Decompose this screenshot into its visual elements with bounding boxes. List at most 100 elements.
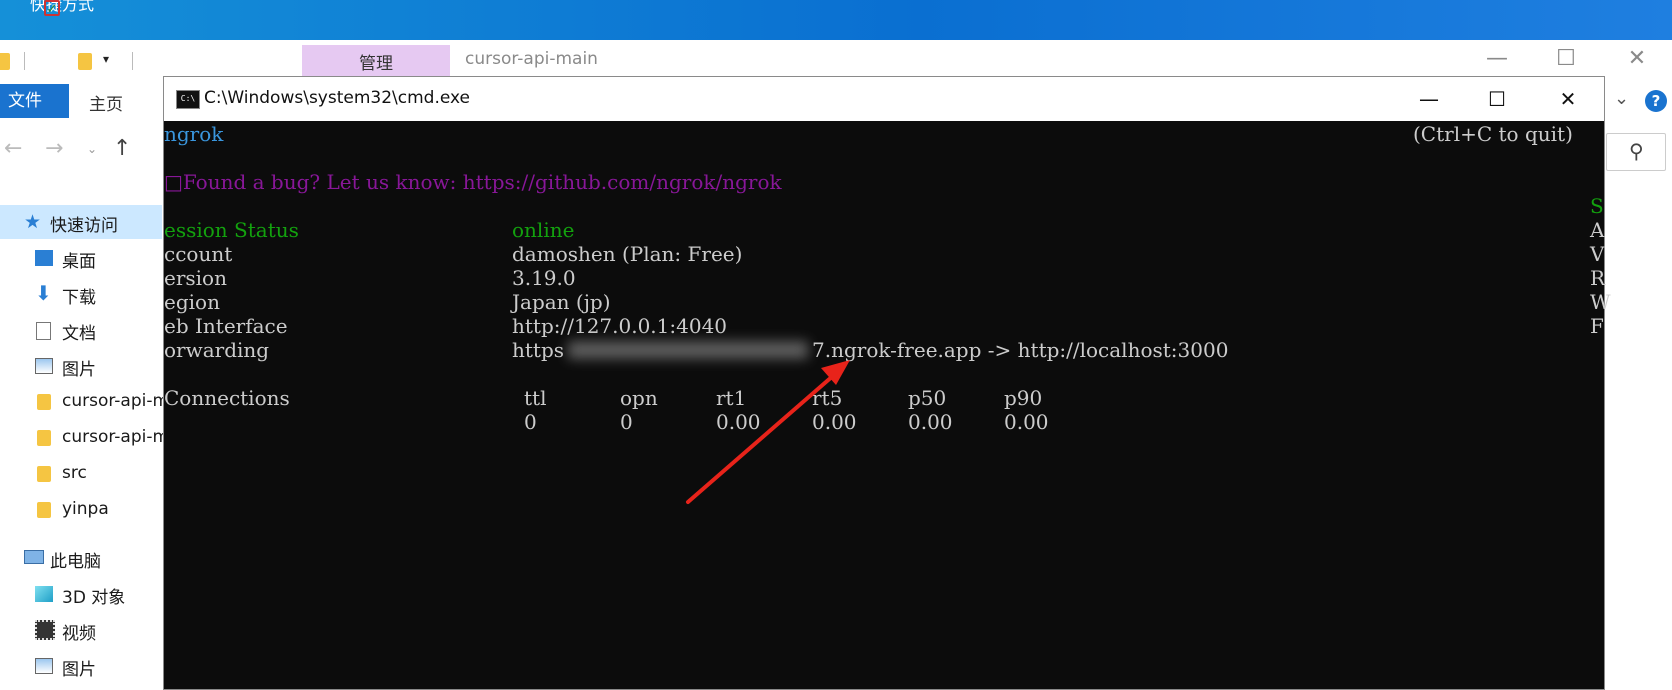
document-icon (36, 322, 51, 340)
maximize-button[interactable]: ☐ (1474, 81, 1520, 117)
manage-tab[interactable]: 管理 (302, 45, 450, 77)
sidebar-item-label: 图片 (62, 660, 96, 680)
conn-header-rt1: rt1 (716, 386, 747, 410)
conn-header-p50: p50 (908, 386, 947, 410)
conn-value-rt1: 0.00 (716, 410, 761, 434)
pictures-icon (35, 358, 53, 374)
new-folder-icon[interactable] (78, 53, 92, 70)
sidebar-item-quick-access[interactable]: ★ 快速访问 (0, 206, 170, 238)
folder-icon (37, 466, 51, 482)
sidebar-item-desktop[interactable]: 桌面 (0, 242, 170, 274)
sidebar-item-label: 桌面 (62, 252, 96, 272)
desktop-shortcut-label[interactable]: 快捷方式 (30, 0, 94, 16)
cmd-window-title: C:\Windows\system32\cmd.exe (204, 88, 471, 108)
explorer-titlebar (0, 40, 1672, 76)
account-label: ccount (164, 242, 233, 266)
conn-value-p90: 0.00 (1004, 410, 1049, 434)
sidebar-item-src[interactable]: src (0, 458, 170, 490)
recent-locations-icon[interactable]: ⌄ (87, 142, 97, 156)
cube-icon (35, 586, 53, 602)
minimize-button[interactable]: — (1474, 44, 1520, 74)
conn-value-ttl: 0 (524, 410, 537, 434)
video-icon (35, 620, 55, 640)
sidebar-item-label: 此电脑 (50, 552, 101, 572)
redacted-url-blur (568, 341, 808, 359)
properties-icon[interactable]: ✓ (44, 0, 60, 17)
clipped-text-right: W (1590, 290, 1611, 314)
toolbar-divider (132, 52, 133, 70)
forward-arrow-icon[interactable]: → (45, 136, 63, 161)
sidebar-item-downloads[interactable]: ⬇ 下载 (0, 278, 170, 310)
maximize-button[interactable]: ☐ (1543, 44, 1589, 74)
folder-icon[interactable] (0, 53, 10, 70)
web-interface-label: eb Interface (164, 314, 288, 338)
pictures-icon (35, 658, 53, 674)
forwarding-prefix: https (512, 338, 565, 362)
minimize-button[interactable]: — (1406, 81, 1452, 117)
region-label: egion (164, 290, 220, 314)
sidebar-item-cursor-api-main[interactable]: cursor-api-main (0, 422, 195, 454)
sidebar-item-cursor-api-main[interactable]: cursor-api-main (0, 386, 195, 418)
session-status-label: ession Status (164, 218, 299, 242)
close-button[interactable]: ✕ (1545, 81, 1591, 117)
sidebar-item-pictures[interactable]: 图片 (0, 350, 170, 382)
forwarding-label: orwarding (164, 338, 270, 362)
quit-hint: (Ctrl+C to quit) (1413, 122, 1573, 146)
session-status-value: online (512, 218, 575, 242)
conn-value-p50: 0.00 (908, 410, 953, 434)
toolbar-divider (24, 52, 25, 70)
sidebar-item-label: 下载 (62, 288, 96, 308)
conn-value-rt5: 0.00 (812, 410, 857, 434)
version-label: ersion (164, 266, 227, 290)
sidebar-item-label: src (62, 463, 87, 483)
sidebar-item-pictures[interactable]: 图片 (0, 650, 170, 682)
sidebar-item-label: 图片 (62, 360, 96, 380)
cmd-icon[interactable]: C:\ (176, 90, 200, 109)
clipped-text-right: R (1590, 266, 1606, 290)
web-interface-value: http://127.0.0.1:4040 (512, 314, 728, 338)
customize-toolbar-icon[interactable]: ▾ (103, 52, 109, 66)
forwarding-value: 7.ngrok-free.app -> http://localhost:300… (812, 338, 1229, 362)
sidebar-item-this-pc[interactable]: 此电脑 (0, 542, 170, 574)
folder-icon (37, 502, 51, 518)
desktop-background (0, 0, 1672, 40)
help-icon[interactable]: ? (1645, 90, 1667, 112)
conn-header-rt5: rt5 (812, 386, 843, 410)
clipped-text-right: S (1590, 194, 1604, 218)
tab-home[interactable]: 主页 (89, 90, 123, 115)
up-arrow-icon[interactable]: ↑ (113, 136, 131, 161)
computer-icon (24, 550, 44, 564)
sidebar-item-label: yinpa (62, 499, 109, 519)
sidebar-item-label: 3D 对象 (62, 588, 126, 608)
desktop-icon (35, 250, 53, 266)
clipped-text-right: F (1590, 314, 1604, 338)
star-icon: ★ (24, 211, 42, 233)
chevron-down-icon[interactable]: ⌄ (1614, 88, 1629, 109)
clipped-text-right: A (1590, 218, 1605, 242)
conn-header-p90: p90 (1004, 386, 1043, 410)
search-icon[interactable]: ⚲ (1629, 139, 1644, 163)
explorer-window-title: cursor-api-main (465, 49, 598, 69)
sidebar-item-3d-objects[interactable]: 3D 对象 (0, 578, 170, 610)
bug-report-line: □Found a bug? Let us know: https://githu… (164, 170, 782, 194)
region-value: Japan (jp) (512, 290, 611, 314)
folder-icon (37, 430, 51, 446)
back-arrow-icon[interactable]: ← (4, 136, 22, 161)
sidebar-item-label: 视频 (62, 624, 96, 644)
cmd-window[interactable] (163, 76, 1605, 690)
sidebar-item-yinpa[interactable]: yinpa (0, 494, 170, 526)
account-value: damoshen (Plan: Free) (512, 242, 743, 266)
sidebar-item-videos[interactable]: 视频 (0, 614, 170, 646)
close-button[interactable]: ✕ (1614, 44, 1660, 74)
sidebar-item-documents[interactable]: 文档 (0, 314, 170, 346)
sidebar-item-label: 文档 (62, 324, 96, 344)
conn-header-opn: opn (620, 386, 658, 410)
clipped-text-right: V (1590, 242, 1605, 266)
conn-header-ttl: ttl (524, 386, 547, 410)
folder-icon (37, 394, 51, 410)
conn-value-opn: 0 (620, 410, 633, 434)
version-value: 3.19.0 (512, 266, 576, 290)
download-icon: ⬇ (35, 281, 52, 305)
ngrok-label: ngrok (164, 122, 224, 146)
tab-file[interactable]: 文件 (0, 84, 69, 118)
